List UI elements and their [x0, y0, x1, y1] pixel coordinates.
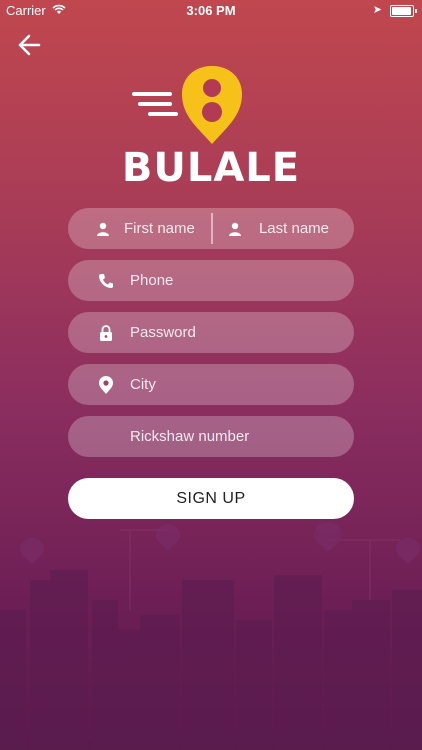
location-arrow-icon: ➤: [372, 4, 382, 16]
name-field-group: [68, 208, 354, 249]
phone-icon: [96, 271, 116, 291]
phone-field: [68, 260, 354, 301]
city-field: [68, 364, 354, 405]
lock-icon: [96, 323, 116, 343]
password-input[interactable]: [128, 323, 332, 342]
rickshaw-icon: [96, 427, 116, 447]
status-time: 3:06 PM: [186, 3, 236, 18]
location-pin-icon: [96, 375, 116, 395]
password-field: [68, 312, 354, 353]
phone-input[interactable]: [128, 271, 332, 290]
city-skyline-illustration: [0, 522, 422, 750]
brand-wordmark: BULALE: [121, 145, 301, 191]
city-input[interactable]: [128, 375, 332, 394]
arrow-left-icon: [18, 34, 41, 56]
last-name-field-wrapper: [213, 208, 354, 249]
last-name-input[interactable]: [256, 219, 351, 238]
rickshaw-field: [68, 416, 354, 457]
battery-icon: [390, 5, 417, 17]
person-icon: [96, 219, 110, 239]
first-name-input[interactable]: [122, 219, 216, 238]
sign-up-button[interactable]: SIGN UP: [68, 478, 354, 519]
rickshaw-number-input[interactable]: [128, 427, 332, 446]
first-name-field-wrapper: [68, 208, 216, 249]
back-button[interactable]: [14, 30, 44, 60]
brand-logo-icon: [132, 66, 242, 144]
status-bar: Carrier 3:06 PM ➤: [0, 0, 422, 22]
person-icon: [225, 219, 245, 239]
